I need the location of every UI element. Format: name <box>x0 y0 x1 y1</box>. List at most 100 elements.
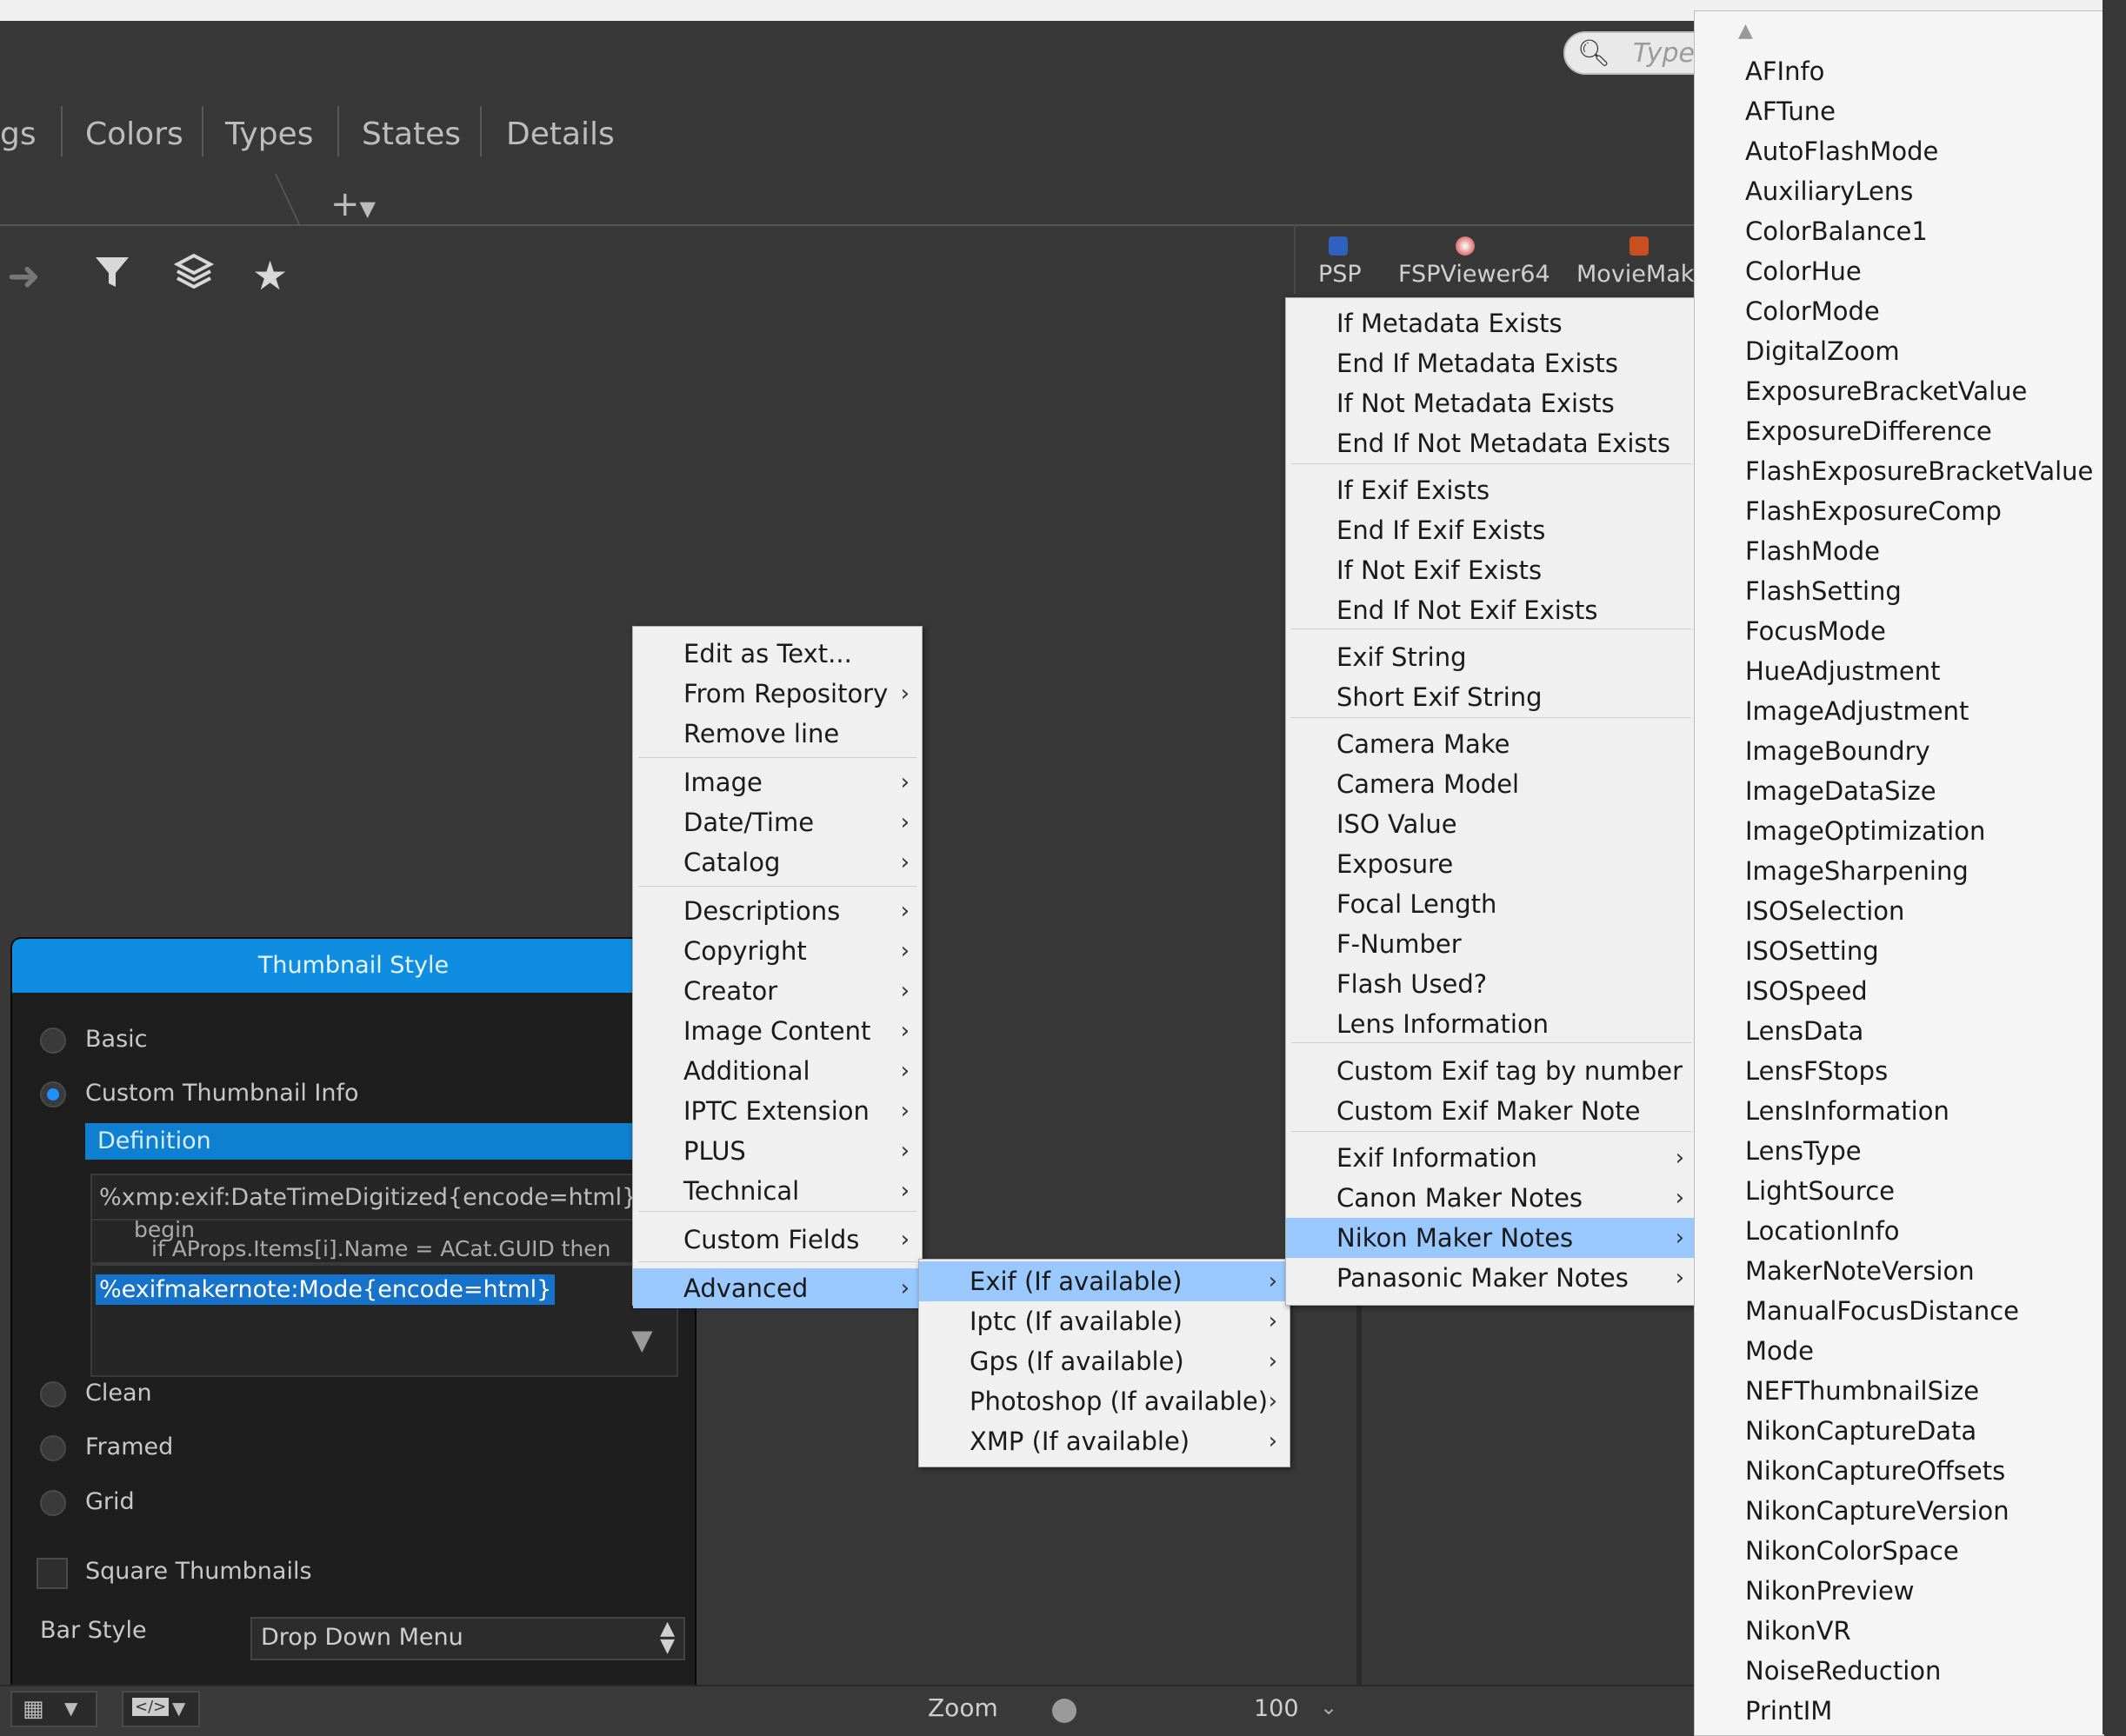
menu-item-technical[interactable]: Technical › <box>633 1171 922 1211</box>
radio-custom-thumbnail-info[interactable] <box>40 1081 66 1107</box>
menu-item-nikonvr[interactable]: NikonVR <box>1745 1616 1851 1646</box>
menu-item-edit-as-text[interactable]: Edit as Text... <box>633 634 922 674</box>
menu-item-iptc-if-available[interactable]: Iptc (If available) › <box>919 1301 1290 1341</box>
menu-item-exposurebracketvalue[interactable]: ExposureBracketValue <box>1745 376 2027 406</box>
bar-style-select[interactable]: Drop Down Menu ▲ ▼ <box>250 1617 685 1660</box>
zoom-slider-knob[interactable] <box>1052 1699 1076 1723</box>
menu-item-canon-maker-notes[interactable]: Canon Maker Notes › <box>1286 1178 1696 1218</box>
menu-item-if-not-exif-exists[interactable]: If Not Exif Exists <box>1286 550 1696 590</box>
code-view-button[interactable]: </> ▼ <box>122 1691 200 1727</box>
menu-item-gps-if-available[interactable]: Gps (If available) › <box>919 1341 1290 1381</box>
tab-tags[interactable]: gs <box>0 116 37 152</box>
layers-icon[interactable] <box>173 252 215 302</box>
menu-item-flashsetting[interactable]: FlashSetting <box>1745 576 1902 606</box>
menu-item-image-content[interactable]: Image Content › <box>633 1011 922 1051</box>
menu-item-imagedatasize[interactable]: ImageDataSize <box>1745 776 1936 806</box>
menu-item-digitalzoom[interactable]: DigitalZoom <box>1745 336 1900 366</box>
menu-item-descriptions[interactable]: Descriptions › <box>633 891 922 931</box>
menu-item-iso-value[interactable]: ISO Value <box>1286 804 1696 844</box>
menu-item-nikon-maker-notes[interactable]: Nikon Maker Notes › <box>1286 1218 1696 1258</box>
menu-item-xmp-if-available[interactable]: XMP (If available) › <box>919 1421 1290 1461</box>
menu-item-image[interactable]: Image › <box>633 762 922 802</box>
menu-item-custom-exif-tag-by-number[interactable]: Custom Exif tag by number <box>1286 1051 1696 1091</box>
menu-item-short-exif-string[interactable]: Short Exif String <box>1286 677 1696 717</box>
app-psp[interactable]: PSP <box>1318 261 1362 288</box>
menu-item-imageboundry[interactable]: ImageBoundry <box>1745 736 1930 766</box>
forward-arrow-icon[interactable]: ➜ <box>7 252 41 299</box>
menu-item-printim[interactable]: PrintIM <box>1745 1696 1832 1726</box>
star-icon[interactable]: ★ <box>252 252 288 299</box>
menu-item-end-if-exif-exists[interactable]: End If Exif Exists <box>1286 510 1696 550</box>
menu-item-if-exif-exists[interactable]: If Exif Exists <box>1286 470 1696 510</box>
dropdown-arrow-icon[interactable]: ▼ <box>631 1323 653 1356</box>
menu-item-imagesharpening[interactable]: ImageSharpening <box>1745 856 1969 886</box>
menu-item-camera-make[interactable]: Camera Make <box>1286 724 1696 764</box>
menu-item-aftune[interactable]: AFTune <box>1745 96 1836 126</box>
menu-item-nikonpreview[interactable]: NikonPreview <box>1745 1576 1915 1606</box>
menu-item-end-if-metadata-exists[interactable]: End If Metadata Exists <box>1286 343 1696 383</box>
menu-item-autoflashmode[interactable]: AutoFlashMode <box>1745 136 1938 166</box>
square-thumbnails-checkbox[interactable] <box>37 1558 68 1589</box>
menu-item-nefthumbnailsize[interactable]: NEFThumbnailSize <box>1745 1376 1979 1406</box>
menu-item-plus[interactable]: PLUS › <box>633 1131 922 1171</box>
menu-item-lightsource[interactable]: LightSource <box>1745 1176 1895 1206</box>
menu-item-exif-string[interactable]: Exif String <box>1286 637 1696 677</box>
menu-item-exif-information[interactable]: Exif Information › <box>1286 1138 1696 1178</box>
menu-item-imageadjustment[interactable]: ImageAdjustment <box>1745 696 1969 726</box>
menu-item-focusmode[interactable]: FocusMode <box>1745 616 1886 646</box>
tab-types[interactable]: Types <box>225 116 313 152</box>
menu-item-copyright[interactable]: Copyright › <box>633 931 922 971</box>
menu-item-mode[interactable]: Mode <box>1745 1336 1814 1366</box>
menu-item-advanced[interactable]: Advanced › <box>633 1268 922 1308</box>
app-fspviewer64[interactable]: FSPViewer64 <box>1398 261 1550 288</box>
menu-item-lens-information[interactable]: Lens Information <box>1286 1004 1696 1044</box>
menu-item-hueadjustment[interactable]: HueAdjustment <box>1745 656 1941 686</box>
menu-item-date-time[interactable]: Date/Time › <box>633 802 922 842</box>
app-moviemaker[interactable]: MovieMake <box>1576 261 1708 288</box>
menu-item-remove-line[interactable]: Remove line <box>633 714 922 754</box>
menu-item-nikoncapturedata[interactable]: NikonCaptureData <box>1745 1416 1976 1446</box>
radio-basic[interactable] <box>40 1028 66 1054</box>
menu-item-nikoncaptureoffsets[interactable]: NikonCaptureOffsets <box>1745 1456 2005 1486</box>
radio-framed[interactable] <box>40 1435 66 1461</box>
menu-item-flashexposurebracketvalue[interactable]: FlashExposureBracketValue <box>1745 456 2093 486</box>
menu-item-end-if-not-exif-exists[interactable]: End If Not Exif Exists <box>1286 590 1696 630</box>
radio-clean[interactable] <box>40 1381 66 1407</box>
scroll-up-icon[interactable]: ▲ <box>1738 20 1753 42</box>
code-editor-preview[interactable]: begin if AProps.Items[i].Name = ACat.GUI… <box>90 1219 690 1264</box>
menu-item-lenstype[interactable]: LensType <box>1745 1136 1862 1166</box>
menu-item-panasonic-maker-notes[interactable]: Panasonic Maker Notes › <box>1286 1258 1696 1298</box>
menu-item-focal-length[interactable]: Focal Length <box>1286 884 1696 924</box>
filter-icon[interactable] <box>92 252 132 302</box>
menu-item-manualfocusdistance[interactable]: ManualFocusDistance <box>1745 1296 2019 1326</box>
menu-item-isosetting[interactable]: ISOSetting <box>1745 936 1879 966</box>
menu-item-creator[interactable]: Creator › <box>633 971 922 1011</box>
menu-item-lensinformation[interactable]: LensInformation <box>1745 1096 1949 1126</box>
menu-item-exif-if-available[interactable]: Exif (If available) › <box>919 1261 1290 1301</box>
menu-item-custom-exif-maker-note[interactable]: Custom Exif Maker Note <box>1286 1091 1696 1131</box>
menu-item-lensfstops[interactable]: LensFStops <box>1745 1056 1888 1086</box>
radio-grid[interactable] <box>40 1490 66 1516</box>
menu-item-lensdata[interactable]: LensData <box>1745 1016 1863 1046</box>
menu-item-catalog[interactable]: Catalog › <box>633 842 922 882</box>
add-tab-button[interactable]: +▼ <box>330 184 376 224</box>
menu-item-custom-fields[interactable]: Custom Fields › <box>633 1220 922 1260</box>
menu-item-nikoncaptureversion[interactable]: NikonCaptureVersion <box>1745 1496 2009 1526</box>
menu-item-if-metadata-exists[interactable]: If Metadata Exists <box>1286 303 1696 343</box>
menu-item-photoshop-if-available[interactable]: Photoshop (If available) › <box>919 1381 1290 1421</box>
tab-details[interactable]: Details <box>506 116 615 152</box>
menu-item-if-not-metadata-exists[interactable]: If Not Metadata Exists <box>1286 383 1696 423</box>
menu-item-f-number[interactable]: F-Number <box>1286 924 1696 964</box>
menu-item-isospeed[interactable]: ISOSpeed <box>1745 976 1868 1006</box>
menu-item-isoselection[interactable]: ISOSelection <box>1745 896 1904 926</box>
menu-item-imageoptimization[interactable]: ImageOptimization <box>1745 816 1985 846</box>
menu-item-camera-model[interactable]: Camera Model <box>1286 764 1696 804</box>
menu-item-from-repository[interactable]: From Repository › <box>633 674 922 714</box>
menu-item-noisereduction[interactable]: NoiseReduction <box>1745 1656 1941 1686</box>
menu-item-exposure[interactable]: Exposure <box>1286 844 1696 884</box>
menu-item-iptc-extension[interactable]: IPTC Extension › <box>633 1091 922 1131</box>
menu-item-colormode[interactable]: ColorMode <box>1745 296 1880 326</box>
menu-item-colorbalance1[interactable]: ColorBalance1 <box>1745 216 1928 246</box>
selected-definition[interactable]: %exifmakernote:Mode{encode=html} <box>96 1274 556 1305</box>
menu-item-exposuredifference[interactable]: ExposureDifference <box>1745 416 1992 446</box>
